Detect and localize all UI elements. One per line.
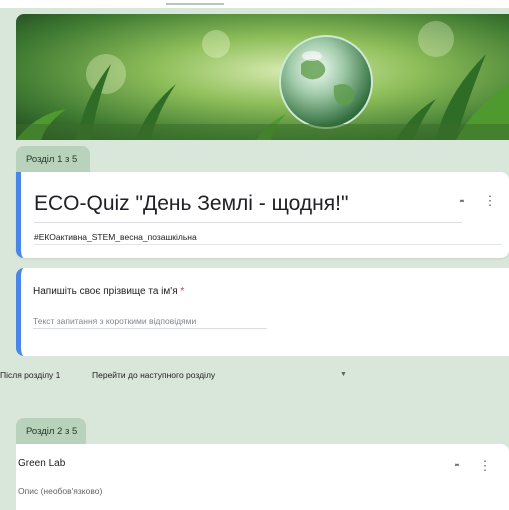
section-1-card[interactable]: ECO-Quiz "День Землі - щодня!" #ЕКОактив… (16, 172, 509, 258)
after-section-label: Після розділу 1 (0, 370, 61, 380)
title-underline (34, 222, 462, 223)
section-2-title[interactable]: Green Lab (18, 458, 65, 469)
answer-underline (33, 328, 267, 329)
collapse-icon[interactable]: ⌄ ⌃ (454, 194, 470, 210)
section-tab-2: Розділ 2 з 5 (16, 418, 86, 444)
collapse-icon[interactable]: ⌄ ⌃ (449, 458, 465, 474)
short-answer-placeholder: Текст запитання з короткими відповідями (33, 316, 197, 326)
form-description[interactable]: #ЕКОактивна_STEM_весна_позашкільна (34, 232, 197, 242)
section-2-card[interactable]: Green Lab Опис (необов'язково) ⌄ ⌃ ⋮ (16, 444, 509, 510)
question-title[interactable]: Напишіть своє прізвище та ім'я * (33, 286, 184, 297)
section-2-description[interactable]: Опис (необов'язково) (18, 486, 102, 496)
question-title-text: Напишіть своє прізвище та ім'я (33, 286, 178, 297)
more-vert-icon[interactable]: ⋮ (482, 192, 498, 208)
question-card[interactable]: Напишіть своє прізвище та ім'я * Текст з… (16, 268, 509, 356)
after-section-select[interactable]: Перейти до наступного розділу (92, 370, 215, 380)
description-underline (34, 244, 502, 245)
top-toolbar-strip (0, 0, 509, 8)
required-mark: * (180, 286, 185, 297)
section-tab-1: Розділ 1 з 5 (16, 146, 90, 172)
more-vert-icon[interactable]: ⋮ (477, 457, 493, 473)
active-tab-indicator (166, 3, 224, 5)
header-image (16, 14, 509, 140)
form-title[interactable]: ECO-Quiz "День Землі - щодня!" (34, 192, 348, 216)
dropdown-arrow-icon[interactable]: ▼ (340, 371, 348, 379)
